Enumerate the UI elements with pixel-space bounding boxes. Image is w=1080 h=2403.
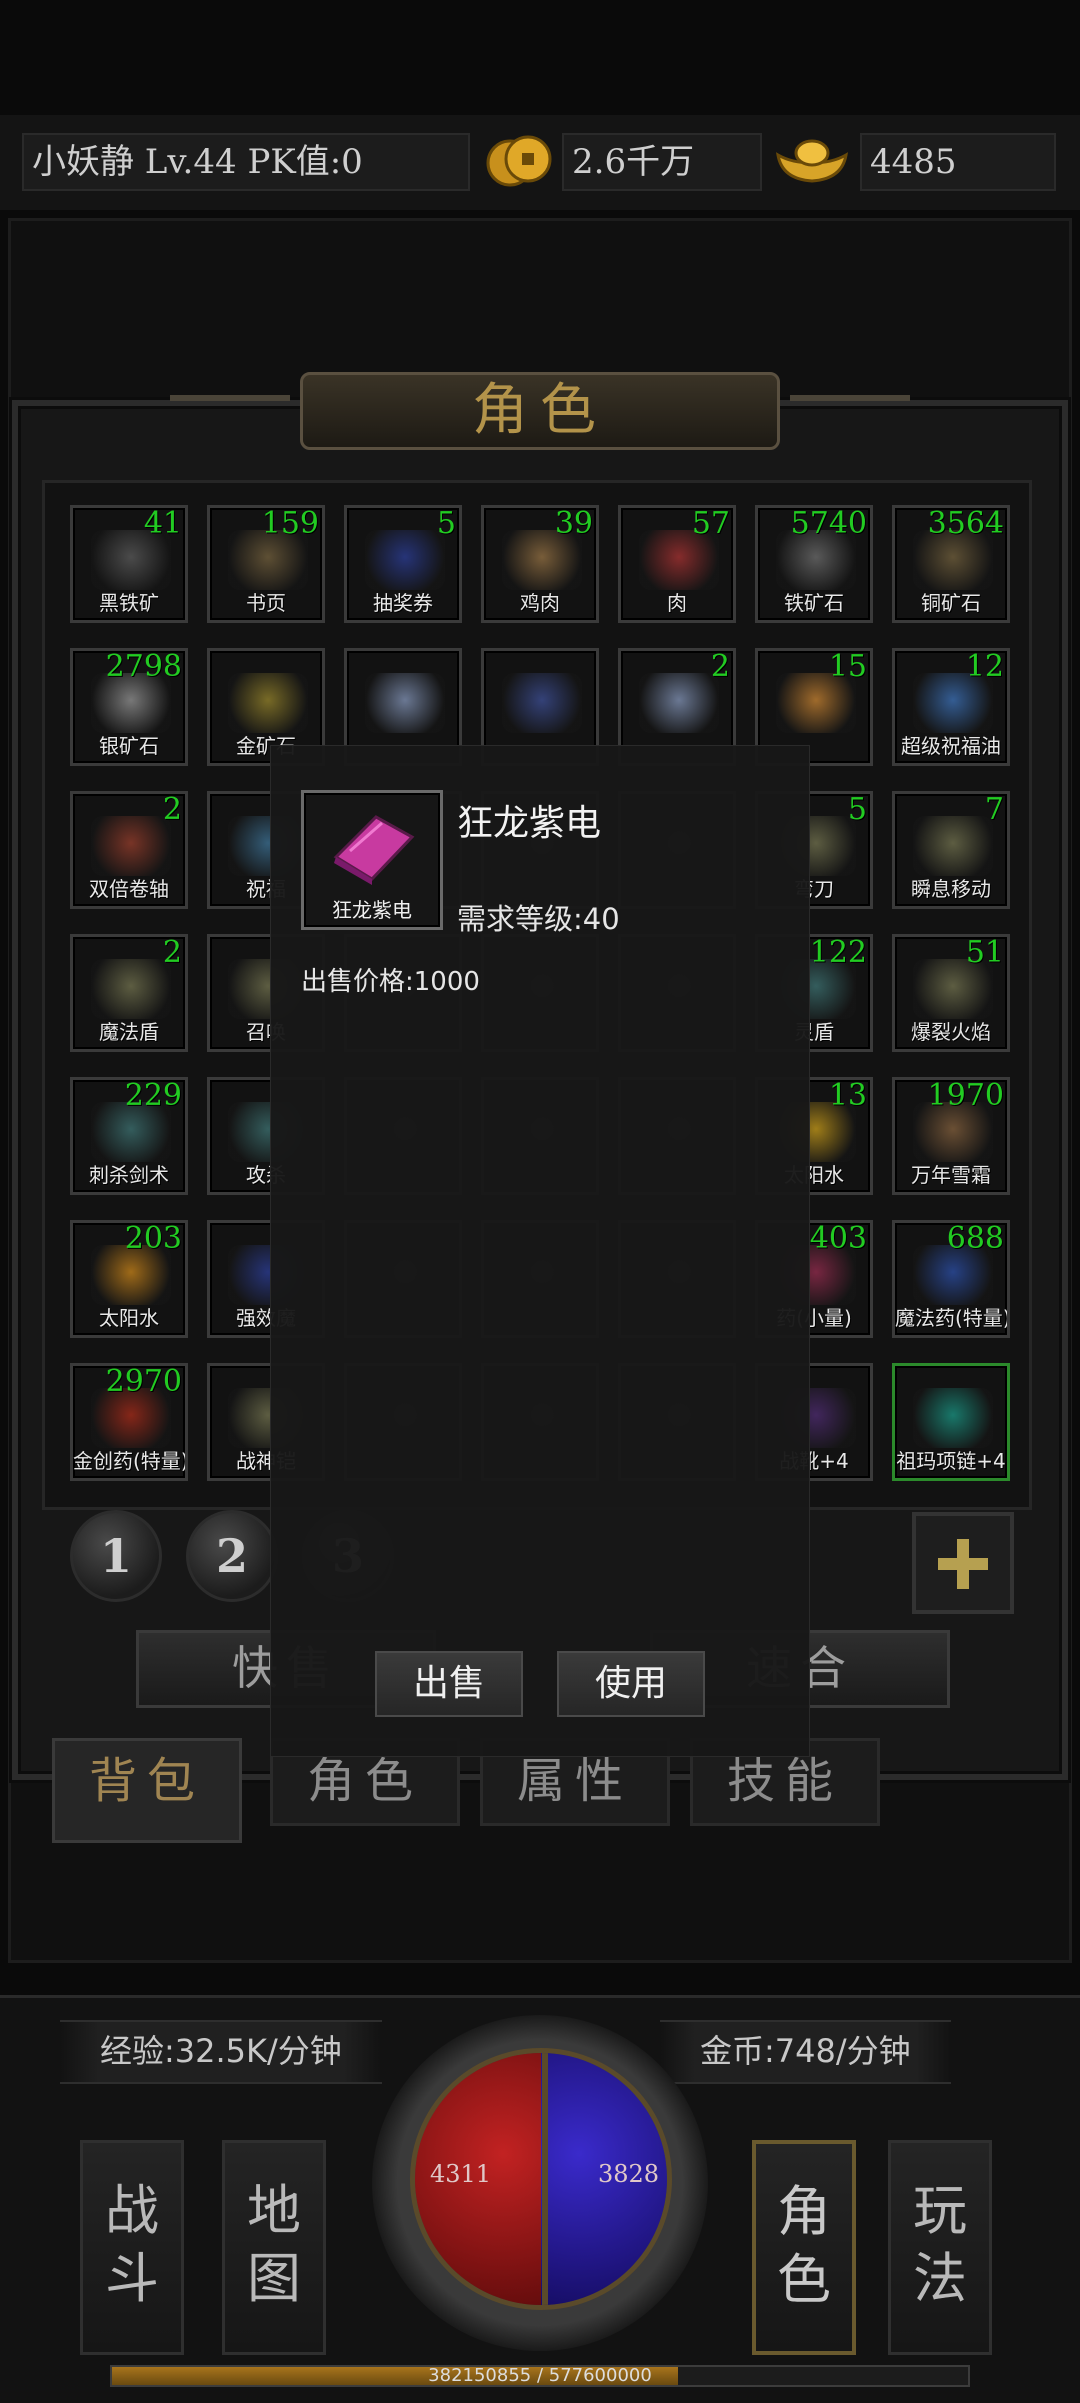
item-name: 狂龙紫电 xyxy=(457,803,602,844)
skill-book-icon xyxy=(333,815,415,885)
item-icon-label: 狂龙紫电 xyxy=(332,898,412,922)
use-button[interactable]: 使用 xyxy=(557,1651,705,1717)
item-tooltip: 狂龙紫电 狂龙紫电 需求等级:40 出售价格:1000 出售 使用 xyxy=(270,745,810,1757)
item-icon-slot: 狂龙紫电 xyxy=(301,790,443,930)
item-level-requirement: 需求等级:40 xyxy=(457,902,620,936)
item-sell-price: 出售价格:1000 xyxy=(301,967,480,997)
sell-button[interactable]: 出售 xyxy=(375,1651,523,1717)
